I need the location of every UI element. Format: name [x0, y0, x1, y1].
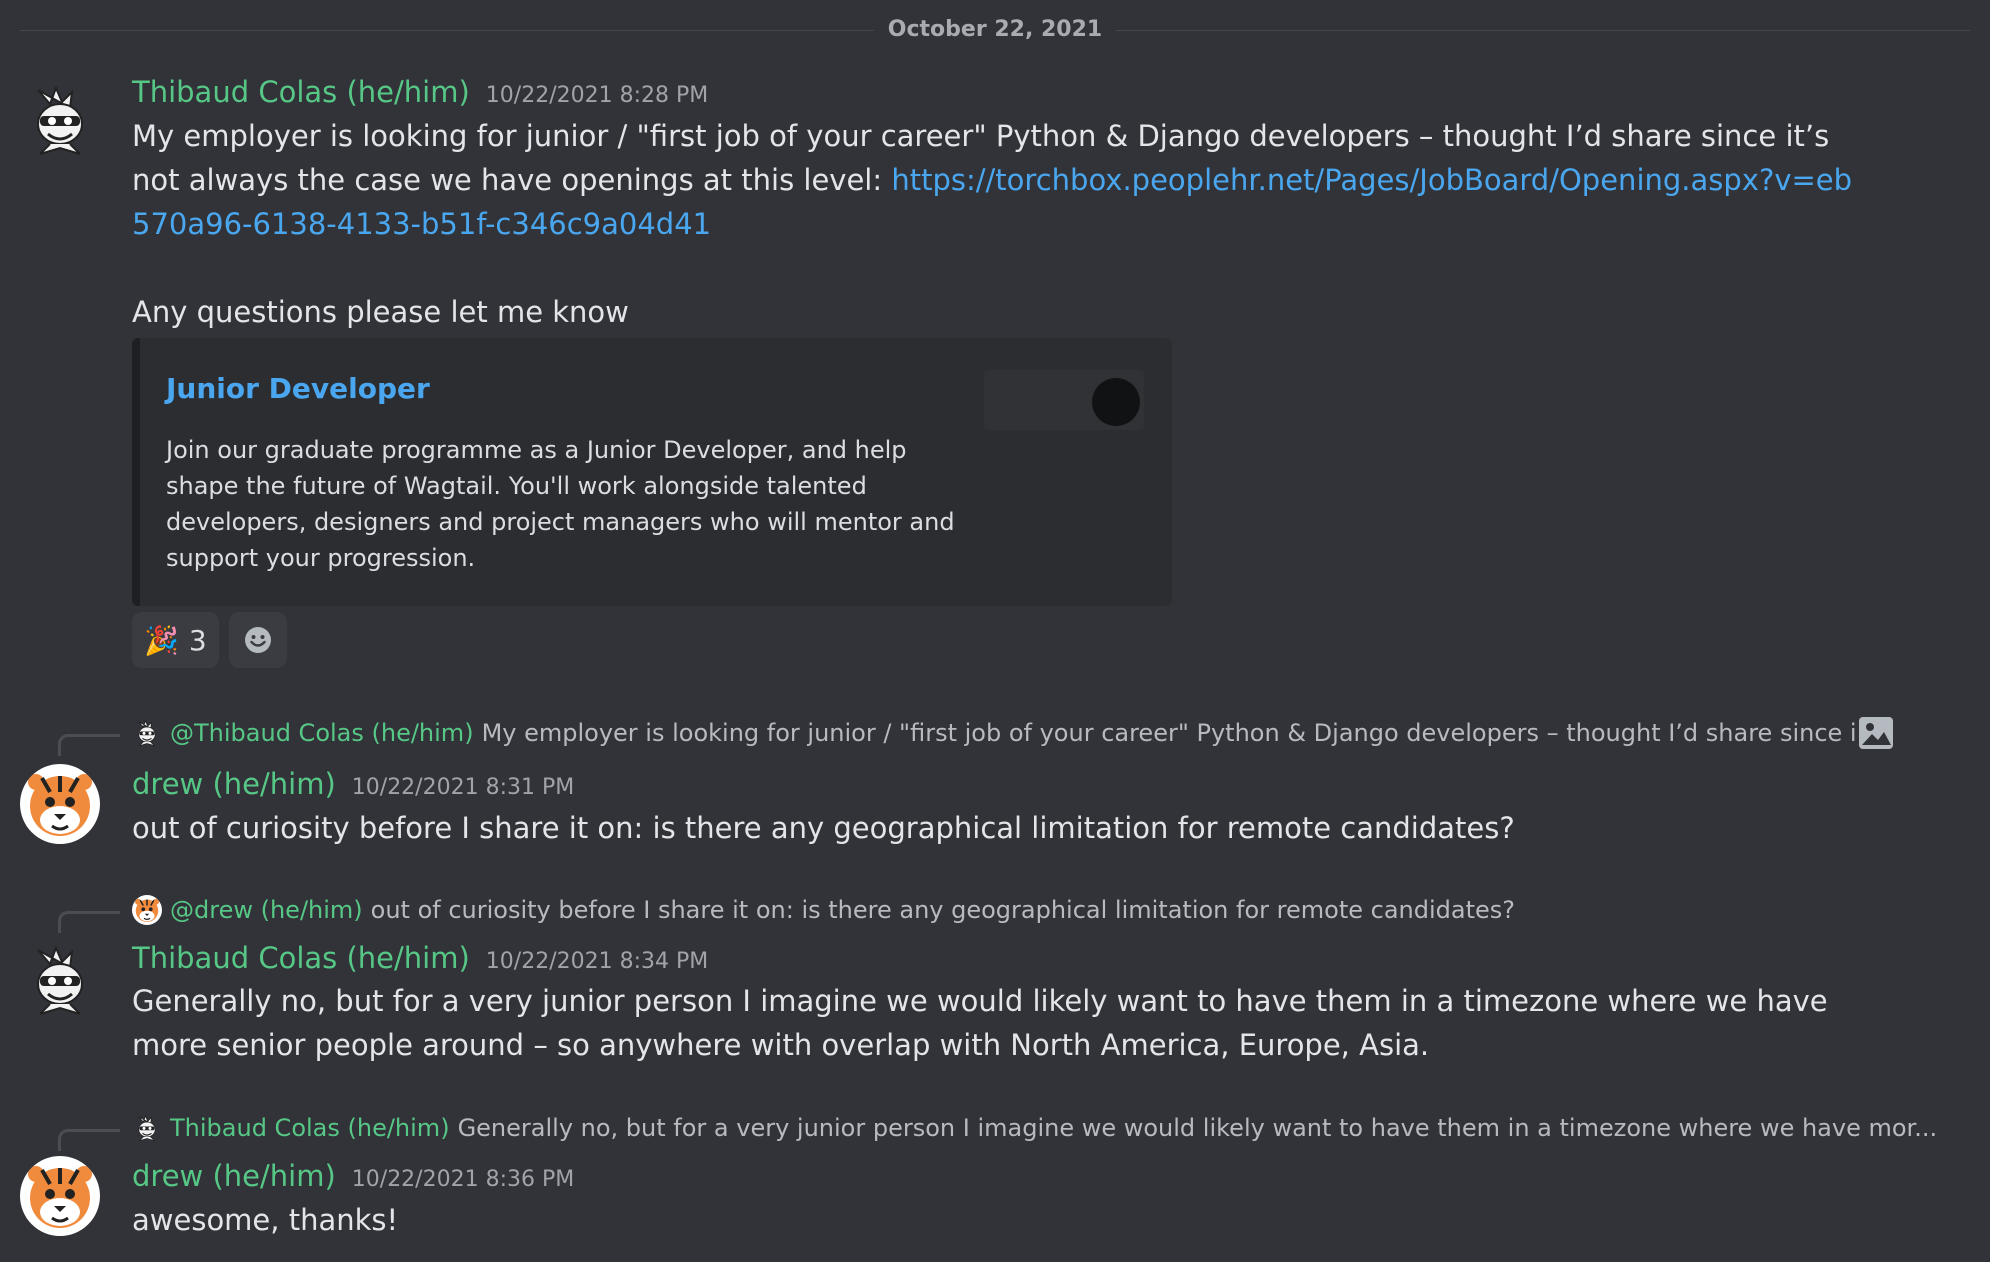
embed-thumbnail[interactable] [984, 370, 1144, 430]
embed-thumbnail-image [1092, 378, 1140, 426]
message-timestamp[interactable]: 10/22/2021 8:31 PM [352, 775, 574, 800]
embed-title[interactable]: Junior Developer [166, 372, 430, 405]
reaction-party[interactable]: 🎉 3 [132, 612, 219, 668]
reply-avatar [132, 895, 162, 925]
reply-text[interactable]: Generally no, but for a very junior pers… [458, 1111, 1938, 1145]
reply-avatar [132, 1113, 162, 1143]
reply-author[interactable]: @drew (he/him) [170, 893, 363, 927]
reply-avatar [132, 718, 162, 748]
message-text-followup: Any questions please let me know [132, 295, 629, 329]
image-icon [1859, 717, 1893, 749]
date-divider: October 22, 2021 [873, 17, 1117, 43]
message-timestamp[interactable]: 10/22/2021 8:36 PM [352, 1167, 574, 1192]
reply-connector [58, 1129, 120, 1151]
reply-reference[interactable]: @drew (he/him) out of curiosity before I… [0, 893, 1990, 933]
reactions-bar: 🎉 3 [132, 612, 287, 668]
message-author[interactable]: drew (he/him) [132, 766, 336, 802]
message-author[interactable]: Thibaud Colas (he/him) [132, 74, 470, 110]
avatar[interactable] [20, 764, 100, 844]
add-reaction-button[interactable] [228, 612, 287, 668]
reply-reference[interactable]: @Thibaud Colas (he/him) My employer is l… [0, 716, 1990, 756]
smile-icon [244, 627, 271, 653]
reply-author[interactable]: @Thibaud Colas (he/him) [170, 716, 474, 750]
embed-description: Join our graduate programme as a Junior … [166, 436, 955, 572]
reaction-count: 3 [188, 623, 207, 657]
message-text: awesome, thanks! [132, 1203, 399, 1237]
reply-text[interactable]: out of curiosity before I share it on: i… [371, 893, 1515, 927]
message-author[interactable]: drew (he/him) [132, 1158, 336, 1194]
party-popper-icon: 🎉 [144, 623, 179, 657]
avatar[interactable] [20, 1156, 100, 1236]
message-text: out of curiosity before I share it on: i… [132, 811, 1515, 845]
avatar[interactable] [20, 940, 100, 1020]
reply-connector [58, 911, 120, 933]
message-content: My employer is looking for junior / "fir… [132, 114, 1870, 246]
reply-author[interactable]: Thibaud Colas (he/him) [170, 1111, 450, 1145]
reply-reference[interactable]: Thibaud Colas (he/him) Generally no, but… [0, 1111, 1990, 1151]
reply-connector [58, 734, 120, 756]
message-author[interactable]: Thibaud Colas (he/him) [132, 940, 470, 976]
message-timestamp[interactable]: 10/22/2021 8:34 PM [486, 949, 708, 974]
message-text: Generally no, but for a very junior pers… [132, 984, 1828, 1062]
link-embed: Junior Developer Join our graduate progr… [132, 338, 1172, 606]
reply-text[interactable]: My employer is looking for junior / "fir… [482, 716, 1880, 750]
message-timestamp[interactable]: 10/22/2021 8:28 PM [486, 83, 708, 108]
avatar[interactable] [20, 80, 100, 160]
